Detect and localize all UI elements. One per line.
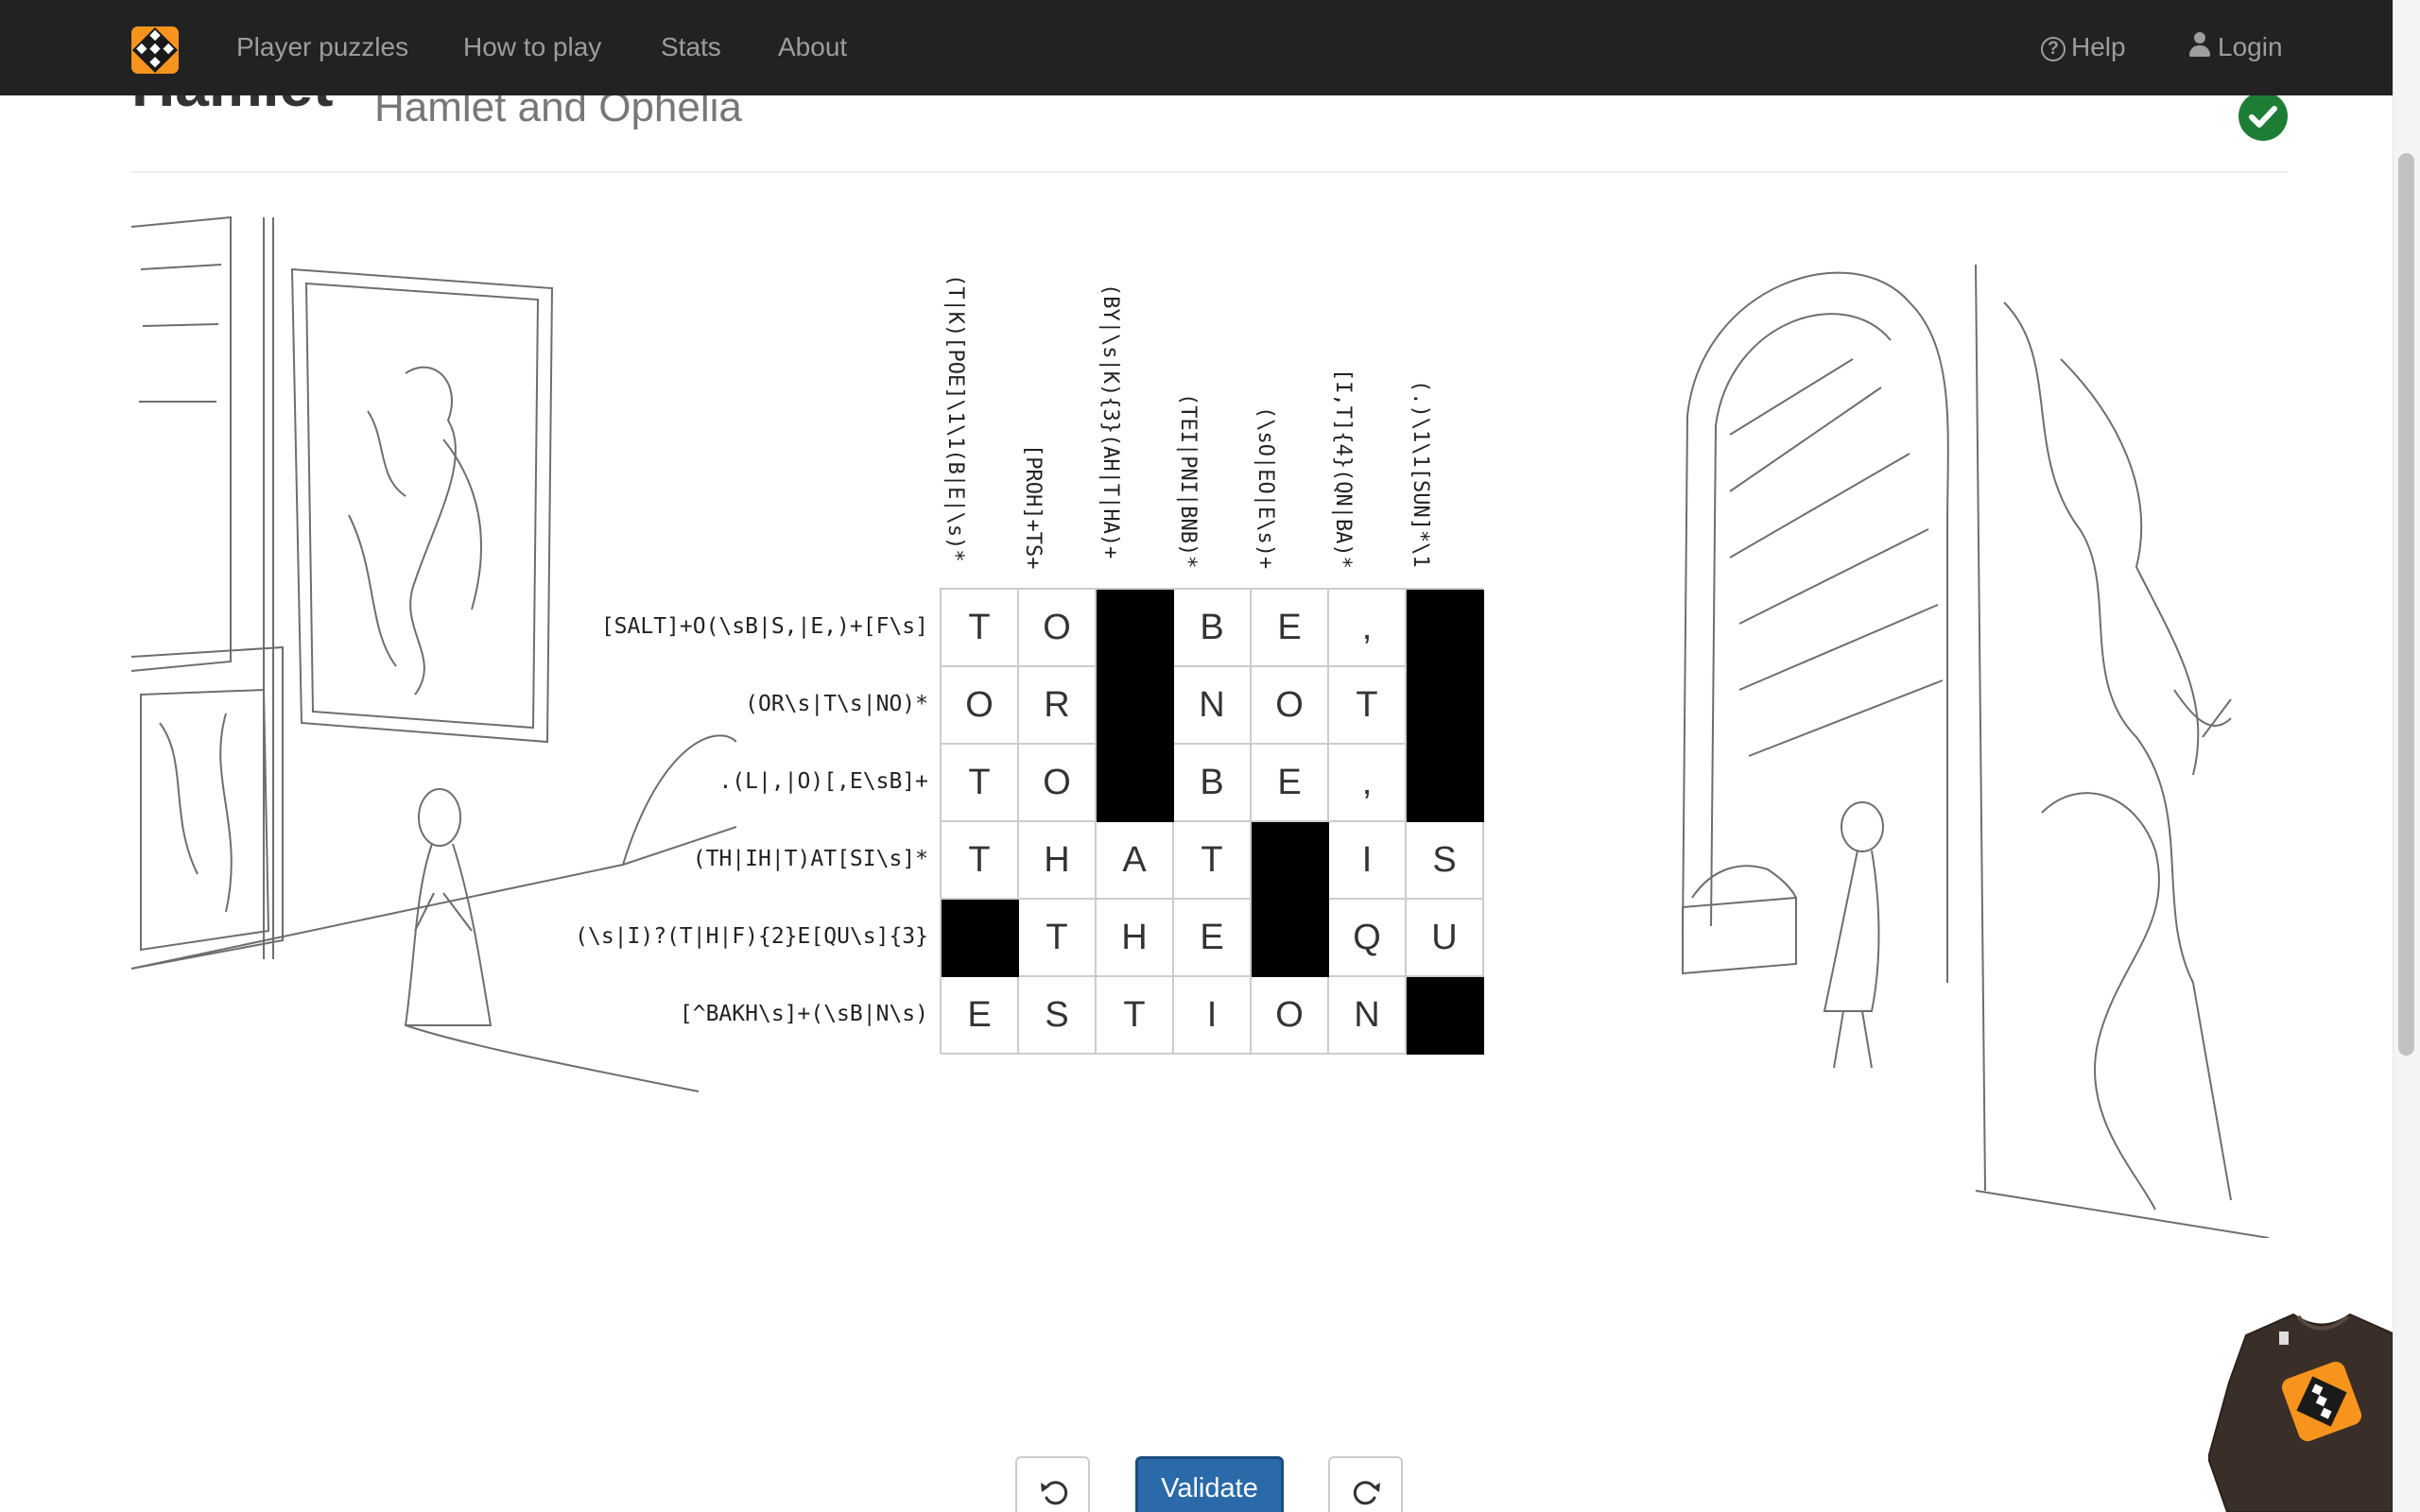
redo-icon xyxy=(1353,1481,1380,1505)
grid-cell[interactable]: B xyxy=(1174,590,1252,667)
nav-stats[interactable]: Stats xyxy=(661,30,721,64)
grid-cell[interactable]: T xyxy=(942,590,1019,667)
question-circle-icon: ? xyxy=(2041,37,2066,61)
grid-cell[interactable]: T xyxy=(942,822,1019,900)
grid-cell-blocked[interactable] xyxy=(1097,745,1174,822)
grid-cell[interactable]: O xyxy=(1252,977,1329,1055)
column-clue-3: (BY|\s|K){3}(AH|T|HA)+ xyxy=(1098,284,1151,595)
grid-cell-blocked[interactable] xyxy=(1407,745,1484,822)
grid-cell[interactable]: , xyxy=(1329,590,1407,667)
nav-login-label: Login xyxy=(2218,32,2283,61)
nav-help-label: Help xyxy=(2071,32,2126,61)
grid-cell[interactable]: N xyxy=(1174,667,1252,745)
row-clue-5: (\s|I)?(T|H|F){2}E[QU\s]{3} xyxy=(575,924,928,949)
grid-cell[interactable]: T xyxy=(942,745,1019,822)
grid-cell-blocked[interactable] xyxy=(1407,977,1484,1055)
grid-cell[interactable]: , xyxy=(1329,745,1407,822)
grid-cell[interactable]: U xyxy=(1407,900,1484,977)
grid-cell-blocked[interactable] xyxy=(1407,590,1484,667)
column-clue-6-text: [I,T]{4}(QN|BA)* xyxy=(1331,369,1355,569)
column-clue-2-text: [PROH]+TS+ xyxy=(1021,444,1045,570)
row-clue-1: [SALT]+O(\sB|S,|E,)+[F\s] xyxy=(600,614,928,639)
grid-cell-blocked[interactable] xyxy=(1407,667,1484,745)
nav-about[interactable]: About xyxy=(778,30,847,64)
top-navbar: Player puzzles How to play Stats About ?… xyxy=(0,0,2393,95)
undo-icon xyxy=(1041,1481,1068,1505)
nav-help[interactable]: ? Help xyxy=(2041,30,2126,64)
column-clue-5-text: (\sO|EO|E\s)+ xyxy=(1253,406,1277,570)
grid-cell-blocked[interactable] xyxy=(1252,900,1329,977)
grid-cell[interactable]: I xyxy=(1329,822,1407,900)
grid-cell[interactable]: O xyxy=(1019,590,1097,667)
grid-cell[interactable]: Q xyxy=(1329,900,1407,977)
grid-cell[interactable]: A xyxy=(1097,822,1174,900)
check-circle-icon xyxy=(2238,92,2288,141)
grid-cell[interactable]: T xyxy=(1019,900,1097,977)
site-logo[interactable] xyxy=(131,26,179,74)
grid-cell[interactable]: B xyxy=(1174,745,1252,822)
row-clue-3: .(L|,|O)[,E\sB]+ xyxy=(718,769,928,794)
column-clue-1: (T|K)[POE]\1\1(B|E|\s)* xyxy=(943,274,996,586)
scrollbar-thumb[interactable] xyxy=(2398,153,2414,1056)
redo-button[interactable] xyxy=(1328,1456,1403,1512)
row-clue-4: (TH|IH|T)AT[SI\s]* xyxy=(692,847,928,871)
undo-button[interactable] xyxy=(1015,1456,1090,1512)
grid-cell[interactable]: H xyxy=(1019,822,1097,900)
row-clue-2: (OR\s|T\s|NO)* xyxy=(745,692,928,716)
column-clue-7-text: (.)\1\1[SUN]*\1 xyxy=(1409,380,1432,568)
grid-cell[interactable]: E xyxy=(942,977,1019,1055)
ophelia-sketch-right-illustration xyxy=(1682,264,2269,1238)
validate-button[interactable]: Validate xyxy=(1135,1456,1284,1512)
grid-cell-blocked[interactable] xyxy=(1252,822,1329,900)
grid-cell[interactable]: T xyxy=(1097,977,1174,1055)
grid-cell-blocked[interactable] xyxy=(1097,667,1174,745)
grid-cell[interactable]: R xyxy=(1019,667,1097,745)
column-clue-1-text: (T|K)[POE]\1\1(B|E|\s)* xyxy=(943,274,967,562)
grid-cell-blocked[interactable] xyxy=(1097,590,1174,667)
row-clue-6: [^BAKH\s]+(\sB|N\s) xyxy=(679,1002,928,1026)
crossword-grid: TOBE,ORNOTTOBE,THATISTHEQUESTION xyxy=(940,588,1484,1055)
grid-cell[interactable]: T xyxy=(1329,667,1407,745)
nav-player-puzzles[interactable]: Player puzzles xyxy=(236,30,408,64)
grid-cell[interactable]: E xyxy=(1252,745,1329,822)
grid-cell[interactable]: H xyxy=(1097,900,1174,977)
column-clue-4-text: (TEI|PNI|BNB)* xyxy=(1176,393,1200,569)
tshirt-promo-image[interactable] xyxy=(2208,1307,2393,1512)
grid-cell[interactable]: S xyxy=(1019,977,1097,1055)
column-clue-3-text: (BY|\s|K){3}(AH|T|HA)+ xyxy=(1098,284,1122,559)
grid-cell[interactable]: O xyxy=(1252,667,1329,745)
grid-cell[interactable]: S xyxy=(1407,822,1484,900)
grid-cell[interactable]: I xyxy=(1174,977,1252,1055)
nav-login[interactable]: Login xyxy=(2189,30,2283,64)
title-divider xyxy=(131,171,2288,173)
grid-cell[interactable]: E xyxy=(1174,900,1252,977)
user-icon xyxy=(2189,32,2210,57)
logo-grid-icon xyxy=(131,26,179,74)
nav-how-to-play[interactable]: How to play xyxy=(463,30,601,64)
grid-cell[interactable]: O xyxy=(942,667,1019,745)
grid-cell[interactable]: E xyxy=(1252,590,1329,667)
grid-cell[interactable]: T xyxy=(1174,822,1252,900)
grid-cell-blocked[interactable] xyxy=(942,900,1019,977)
grid-cell[interactable]: O xyxy=(1019,745,1097,822)
grid-cell[interactable]: N xyxy=(1329,977,1407,1055)
